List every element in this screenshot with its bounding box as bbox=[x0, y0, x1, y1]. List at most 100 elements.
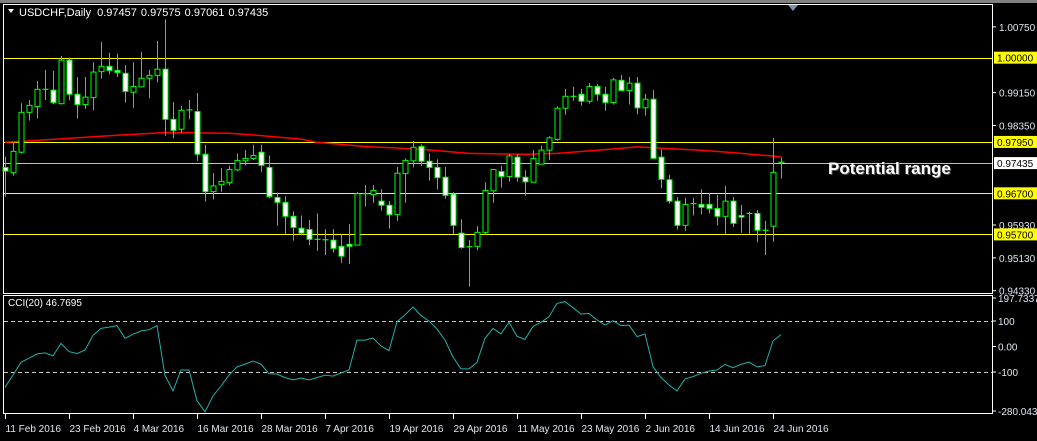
bull-candle-body bbox=[554, 107, 561, 140]
bear-candle-body bbox=[266, 166, 273, 198]
bear-candle-body bbox=[66, 59, 73, 95]
bull-candle-body bbox=[98, 65, 105, 73]
bull-candle-body bbox=[58, 59, 65, 105]
candle[interactable] bbox=[610, 77, 617, 105]
bear-candle-body bbox=[658, 156, 665, 180]
bull-candle-body bbox=[90, 71, 97, 99]
bull-candle-body bbox=[26, 104, 33, 113]
bull-candle-body bbox=[210, 185, 217, 193]
bear-candle-body bbox=[122, 72, 129, 92]
cci-tick-label: -100 bbox=[998, 368, 1018, 379]
bear-candle-body bbox=[650, 98, 657, 159]
bear-candle-body bbox=[298, 227, 305, 234]
bear-candle-body bbox=[282, 201, 289, 217]
bear-candle-body bbox=[74, 93, 81, 106]
cci-tick-label: -280.0437 bbox=[998, 407, 1037, 418]
bull-candle-body bbox=[410, 146, 417, 162]
candle[interactable] bbox=[178, 106, 185, 134]
bull-candle-body bbox=[530, 157, 537, 183]
bear-candle-body bbox=[442, 176, 449, 196]
bull-candle-body bbox=[722, 200, 729, 217]
trading-chart[interactable]: 1.007500.991500.983500.959300.951300.943… bbox=[0, 0, 1037, 441]
time-tick-label: 14 Jun 2016 bbox=[710, 424, 765, 435]
candle[interactable] bbox=[674, 197, 681, 230]
bull-candle-body bbox=[482, 189, 489, 233]
candle[interactable] bbox=[58, 56, 65, 105]
bull-candle-body bbox=[490, 168, 497, 192]
bull-candle-body bbox=[250, 154, 257, 159]
bull-candle-body bbox=[138, 77, 145, 88]
bear-candle-body bbox=[50, 89, 57, 103]
bull-candle-body bbox=[506, 155, 513, 177]
potential-range-label[interactable]: Potential range bbox=[828, 159, 951, 178]
candle[interactable] bbox=[730, 197, 737, 228]
bear-candle-body bbox=[498, 171, 505, 177]
bull-candle-body bbox=[770, 171, 777, 227]
time-tick-label: 23 Feb 2016 bbox=[70, 424, 127, 435]
bear-candle-body bbox=[418, 145, 425, 162]
bear-candle-body bbox=[594, 85, 601, 95]
bull-candle-body bbox=[146, 74, 153, 79]
chart-header: USDCHF,Daily 0.97457 0.97575 0.97061 0.97435 bbox=[19, 7, 268, 19]
bear-candle-body bbox=[330, 239, 337, 249]
bear-candle-body bbox=[602, 93, 609, 103]
top-bar bbox=[0, 0, 1037, 3]
bear-candle-body bbox=[106, 65, 113, 71]
bull-candle-body bbox=[394, 172, 401, 216]
bull-candle-body bbox=[474, 231, 481, 247]
candle[interactable] bbox=[586, 83, 593, 104]
bull-candle-body bbox=[402, 159, 409, 175]
candle[interactable] bbox=[66, 57, 73, 101]
bull-candle-body bbox=[154, 68, 161, 76]
candle[interactable] bbox=[650, 90, 657, 159]
level-price-label: 0.95700 bbox=[997, 230, 1034, 241]
bear-candle-body bbox=[114, 69, 121, 73]
bear-candle-body bbox=[450, 193, 457, 226]
time-tick-label: 19 Apr 2016 bbox=[390, 424, 444, 435]
bull-candle-body bbox=[610, 79, 617, 103]
bull-candle-body bbox=[242, 157, 249, 162]
price-tick-label: 0.98350 bbox=[999, 121, 1036, 132]
time-tick-label: 4 Mar 2016 bbox=[134, 424, 185, 435]
candle[interactable] bbox=[554, 106, 561, 141]
bear-candle-body bbox=[730, 200, 737, 224]
bear-candle-body bbox=[698, 203, 705, 208]
bull-candle-body bbox=[370, 189, 377, 196]
bull-candle-body bbox=[354, 193, 361, 246]
time-tick-label: 16 Mar 2016 bbox=[198, 424, 255, 435]
bear-candle-body bbox=[578, 93, 585, 102]
time-tick-label: 24 Jun 2016 bbox=[774, 424, 829, 435]
bear-candle-body bbox=[378, 200, 385, 206]
bear-candle-body bbox=[666, 179, 673, 202]
time-tick-label: 7 Apr 2016 bbox=[326, 424, 375, 435]
bear-candle-body bbox=[706, 203, 713, 210]
cci-label: CCI(20) 46.7695 bbox=[8, 298, 82, 309]
level-price-label: 1.00000 bbox=[997, 54, 1034, 65]
bear-candle-body bbox=[170, 118, 177, 131]
bull-candle-body bbox=[18, 111, 25, 153]
bear-candle-body bbox=[386, 204, 393, 216]
bear-candle-body bbox=[202, 153, 209, 193]
bear-candle-body bbox=[674, 200, 681, 226]
price-tick-label: 0.99150 bbox=[999, 89, 1036, 100]
candle[interactable] bbox=[482, 182, 489, 235]
bear-candle-body bbox=[754, 212, 761, 231]
time-tick-label: 11 Feb 2016 bbox=[6, 424, 62, 435]
candle[interactable] bbox=[354, 192, 361, 246]
candle[interactable] bbox=[514, 154, 521, 182]
bear-candle-body bbox=[738, 215, 745, 218]
bear-candle-body bbox=[426, 160, 433, 168]
time-tick-label: 23 May 2016 bbox=[582, 424, 640, 435]
bear-candle-body bbox=[434, 166, 441, 179]
bull-candle-body bbox=[562, 95, 569, 109]
cci-tick-label: 0.00 bbox=[998, 343, 1018, 354]
bear-candle-body bbox=[162, 68, 169, 120]
cci-tick-label: 100 bbox=[998, 317, 1015, 328]
bear-candle-body bbox=[306, 228, 313, 240]
bull-candle-body bbox=[34, 88, 41, 108]
candle[interactable] bbox=[394, 167, 401, 221]
bear-candle-body bbox=[714, 208, 721, 217]
bull-candle-body bbox=[130, 85, 137, 93]
bear-candle-body bbox=[2, 166, 9, 172]
cci-tick-label: 197.7337 bbox=[998, 294, 1037, 305]
